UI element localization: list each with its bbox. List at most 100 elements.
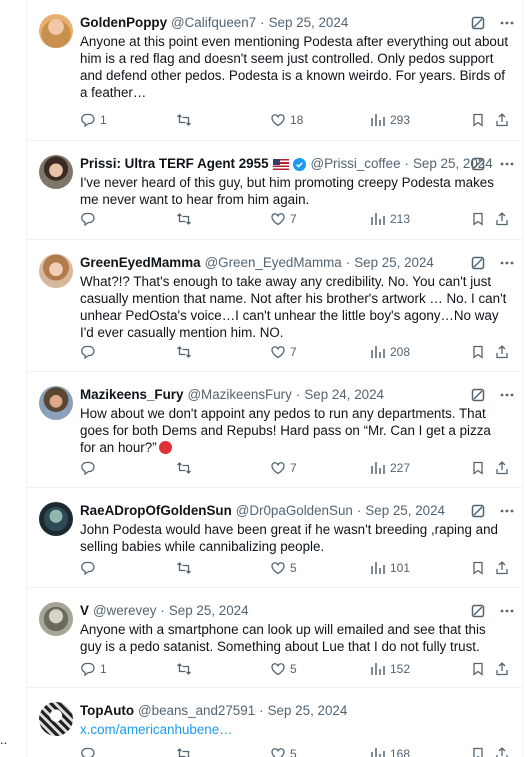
- timestamp[interactable]: Sep 25, 2024: [268, 702, 348, 720]
- bookmark-button[interactable]: [470, 110, 486, 130]
- views-button[interactable]: 213: [370, 209, 410, 229]
- avatar[interactable]: [39, 502, 73, 536]
- avatar[interactable]: [39, 254, 73, 288]
- like-button[interactable]: 5: [270, 659, 297, 679]
- handle[interactable]: @Green_EyedMamma: [205, 254, 342, 272]
- timestamp[interactable]: Sep 25, 2024: [269, 14, 349, 32]
- share-button[interactable]: [494, 558, 510, 578]
- bookmark-icon: [473, 345, 483, 359]
- grok-icon[interactable]: [470, 255, 486, 271]
- avatar[interactable]: [39, 602, 73, 636]
- bookmark-button[interactable]: [470, 659, 486, 679]
- share-button[interactable]: [494, 342, 510, 362]
- grok-icon[interactable]: [470, 503, 486, 519]
- share-button[interactable]: [494, 110, 510, 130]
- views-button[interactable]: 168: [370, 744, 410, 757]
- grok-icon[interactable]: [470, 156, 486, 172]
- bookmark-button[interactable]: [470, 744, 486, 757]
- tweet[interactable]: V @werevey · Sep 25, 2024 Anyone with a …: [27, 588, 522, 688]
- like-button[interactable]: 5: [270, 744, 297, 757]
- share-button[interactable]: [494, 209, 510, 229]
- tweet[interactable]: RaeADropOfGoldenSun @Dr0paGoldenSun · Se…: [27, 488, 522, 588]
- reply-button[interactable]: 1: [80, 110, 107, 130]
- reply-button[interactable]: [80, 558, 100, 578]
- views-icon: [371, 346, 385, 358]
- share-button[interactable]: [494, 458, 510, 478]
- retweet-button[interactable]: [176, 342, 196, 362]
- bookmark-button[interactable]: [470, 209, 486, 229]
- display-name[interactable]: RaeADropOfGoldenSun: [80, 502, 232, 520]
- handle[interactable]: @MazikeensFury: [187, 386, 291, 404]
- display-name[interactable]: Prissi: Ultra TERF Agent 2955: [80, 155, 269, 173]
- timestamp[interactable]: Sep 25, 2024: [169, 602, 249, 620]
- retweet-button[interactable]: [176, 558, 196, 578]
- handle[interactable]: @Califqueen7: [171, 14, 256, 32]
- more-icon[interactable]: [498, 14, 516, 32]
- retweet-icon: [177, 213, 191, 225]
- tweet[interactable]: GreenEyedMamma @Green_EyedMamma · Sep 25…: [27, 240, 522, 372]
- tweet[interactable]: Mazikeens_Fury @MazikeensFury · Sep 24, …: [27, 372, 522, 488]
- views-button[interactable]: 101: [370, 558, 410, 578]
- retweet-button[interactable]: [176, 744, 196, 757]
- share-icon: [496, 561, 508, 575]
- avatar[interactable]: [39, 702, 73, 736]
- more-icon[interactable]: [498, 254, 516, 272]
- verified-badge-icon[interactable]: [292, 157, 307, 172]
- tweet-text: John Podesta would have been great if he…: [80, 522, 498, 554]
- handle[interactable]: @werevey: [93, 602, 156, 620]
- timestamp[interactable]: Sep 24, 2024: [304, 386, 384, 404]
- views-button[interactable]: 152: [370, 659, 410, 679]
- like-button[interactable]: 7: [270, 342, 297, 362]
- grok-icon[interactable]: [470, 603, 486, 619]
- tweet-link[interactable]: x.com/americanhubene…: [80, 722, 233, 737]
- reply-feed: GoldenPoppy @Califqueen7 · Sep 25, 2024 …: [26, 0, 523, 757]
- more-icon[interactable]: [498, 502, 516, 520]
- like-button[interactable]: 7: [270, 209, 297, 229]
- display-name[interactable]: TopAuto: [80, 702, 134, 720]
- display-name[interactable]: GreenEyedMamma: [80, 254, 201, 272]
- like-button[interactable]: 18: [270, 110, 303, 130]
- like-count: 7: [290, 345, 297, 359]
- more-icon[interactable]: [498, 602, 516, 620]
- tweet[interactable]: GoldenPoppy @Califqueen7 · Sep 25, 2024 …: [27, 0, 522, 141]
- tweet[interactable]: Prissi: Ultra TERF Agent 2955 @Prissi_co…: [27, 141, 522, 240]
- reply-button[interactable]: [80, 209, 100, 229]
- like-button[interactable]: 7: [270, 458, 297, 478]
- reply-button[interactable]: [80, 342, 100, 362]
- retweet-button[interactable]: [176, 110, 196, 130]
- display-name[interactable]: V: [80, 602, 89, 620]
- retweet-button[interactable]: [176, 209, 196, 229]
- views-button[interactable]: 293: [370, 110, 410, 130]
- timestamp[interactable]: Sep 25, 2024: [354, 254, 434, 272]
- like-button[interactable]: 5: [270, 558, 297, 578]
- tweet-text: Anyone with a smartphone can look up wil…: [80, 622, 486, 654]
- reply-button[interactable]: [80, 744, 100, 757]
- bookmark-button[interactable]: [470, 558, 486, 578]
- views-button[interactable]: 227: [370, 458, 410, 478]
- avatar[interactable]: [39, 386, 73, 420]
- reply-button[interactable]: [80, 458, 100, 478]
- retweet-button[interactable]: [176, 659, 196, 679]
- avatar[interactable]: [39, 155, 73, 189]
- tweet[interactable]: TopAuto @beans_and27591 · Sep 25, 2024 x…: [27, 688, 522, 757]
- share-button[interactable]: [494, 744, 510, 757]
- grok-icon[interactable]: [470, 387, 486, 403]
- display-name[interactable]: GoldenPoppy: [80, 14, 167, 32]
- reply-button[interactable]: 1: [80, 659, 107, 679]
- handle[interactable]: @Dr0paGoldenSun: [236, 502, 353, 520]
- views-button[interactable]: 208: [370, 342, 410, 362]
- handle[interactable]: @Prissi_coffee: [311, 155, 401, 173]
- views-icon: [371, 748, 385, 757]
- avatar[interactable]: [39, 14, 73, 48]
- retweet-button[interactable]: [176, 458, 196, 478]
- display-name[interactable]: Mazikeens_Fury: [80, 386, 183, 404]
- bookmark-button[interactable]: [470, 342, 486, 362]
- bookmark-button[interactable]: [470, 458, 486, 478]
- more-icon[interactable]: [498, 386, 516, 404]
- handle[interactable]: @beans_and27591: [138, 702, 255, 720]
- tweet-actions: 7 227: [80, 458, 516, 478]
- more-icon[interactable]: [498, 155, 516, 173]
- grok-icon[interactable]: [470, 15, 486, 31]
- timestamp[interactable]: Sep 25, 2024: [365, 502, 445, 520]
- share-button[interactable]: [494, 659, 510, 679]
